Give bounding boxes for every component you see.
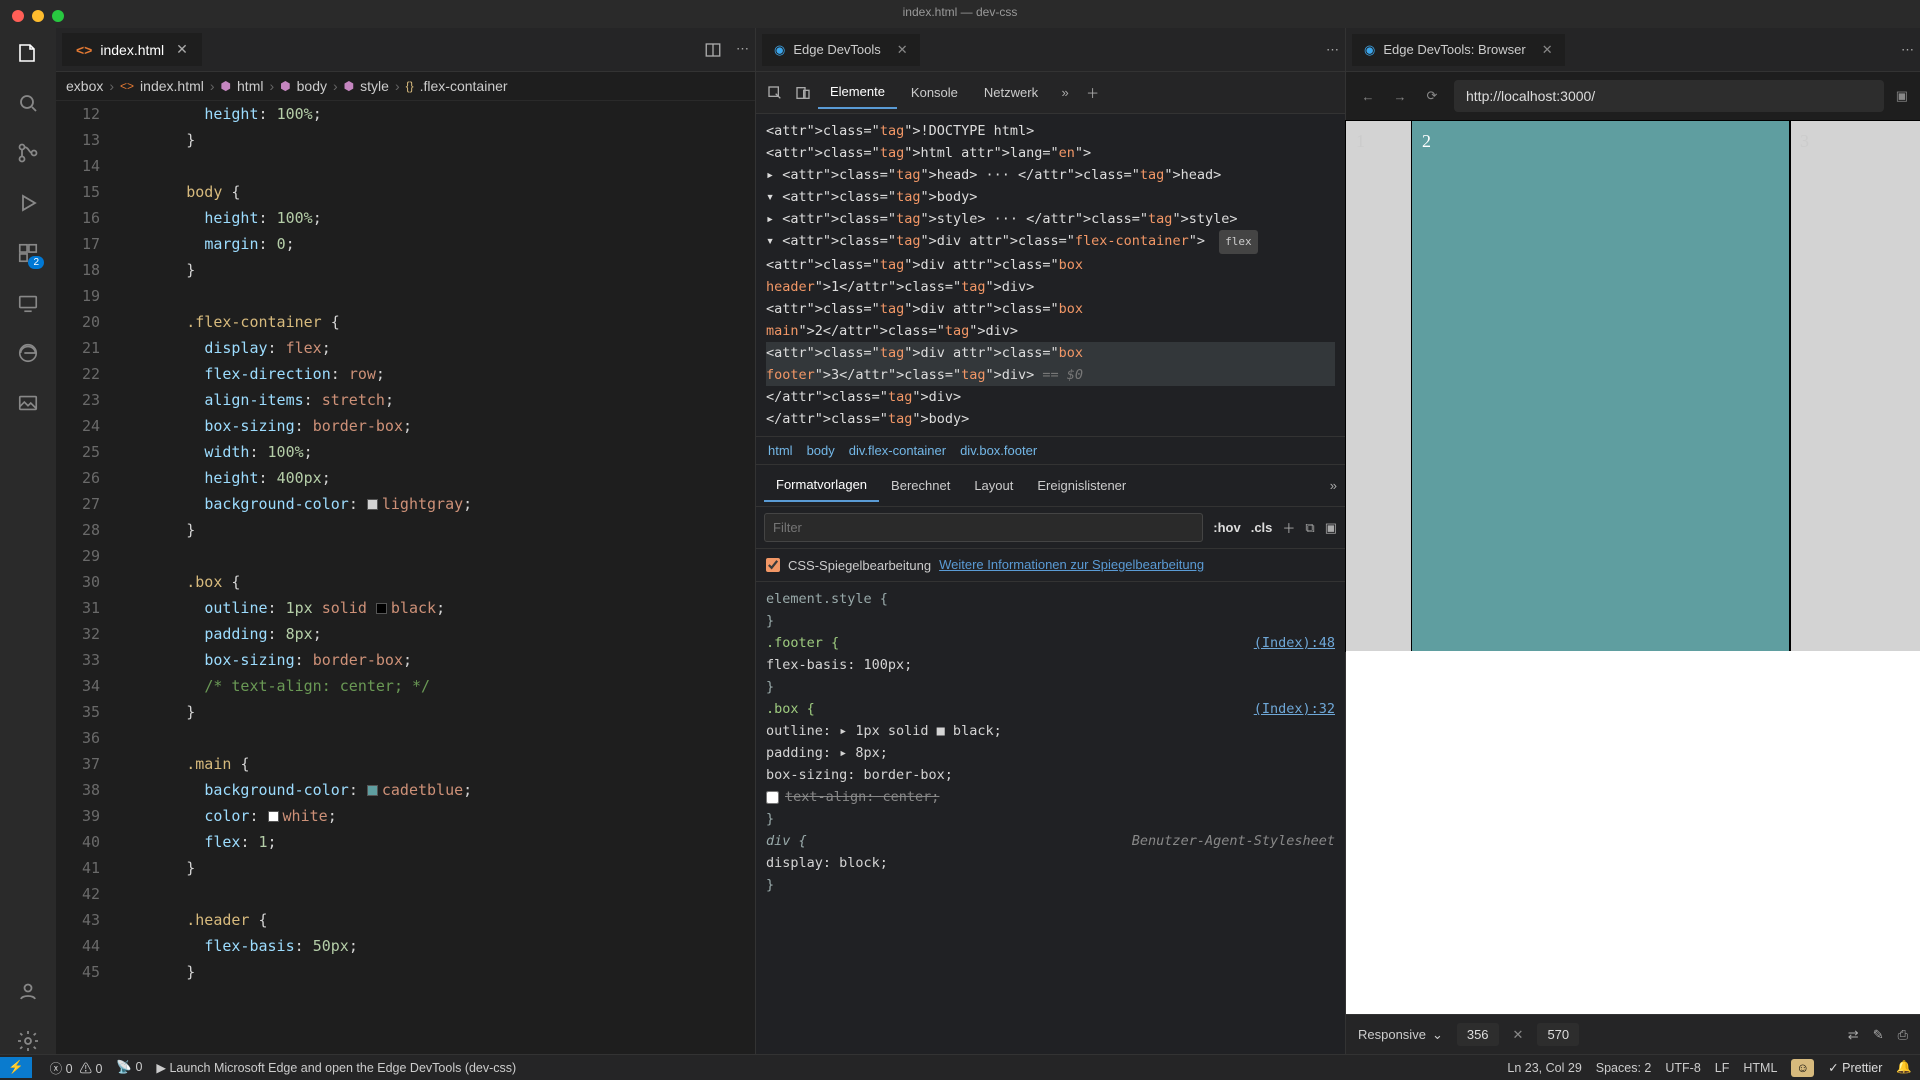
mirror-checkbox[interactable] — [766, 558, 780, 572]
source-control-icon[interactable] — [15, 140, 41, 166]
editor-tab-label: index.html — [100, 42, 164, 58]
panel-icon[interactable]: ▣ — [1325, 520, 1337, 536]
rotate-icon[interactable]: ⇄ — [1848, 1027, 1859, 1043]
tab-elements[interactable]: Elemente — [818, 76, 897, 109]
tab-listeners[interactable]: Ereignislistener — [1025, 470, 1138, 501]
close-icon[interactable]: ✕ — [1542, 42, 1553, 58]
dom-tree[interactable]: <attr">class="tag">!DOCTYPE html><attr">… — [756, 114, 1345, 436]
editor-pane: <> index.html ✕ ⋯ exbox› <>index.html› ⬢… — [56, 28, 756, 1054]
mirror-link[interactable]: Weitere Informationen zur Spiegelbearbei… — [939, 557, 1204, 573]
hov-toggle[interactable]: :hov — [1213, 520, 1240, 535]
breadcrumb[interactable]: exbox› <>index.html› ⬢html› ⬢body› ⬢styl… — [56, 72, 755, 101]
tab-network[interactable]: Netzwerk — [972, 77, 1050, 108]
reload-icon[interactable]: ⟳ — [1422, 88, 1442, 104]
preview-toolbar: ← → ⟳ http://localhost:3000/ ▣ — [1346, 72, 1920, 121]
extensions-badge: 2 — [28, 256, 44, 269]
add-rule-icon[interactable]: ＋ — [1282, 518, 1295, 537]
dom-breadcrumb[interactable]: html body div.flex-container div.box.foo… — [756, 436, 1345, 465]
more-icon[interactable]: ⋯ — [736, 41, 749, 59]
preview-box-2: 2 — [1412, 121, 1790, 651]
extensions-icon[interactable]: 2 — [15, 240, 41, 266]
more-icon[interactable]: ⋯ — [1326, 42, 1339, 58]
prettier-status[interactable]: ✓ Prettier — [1828, 1060, 1882, 1075]
eol[interactable]: LF — [1715, 1061, 1730, 1075]
chevron-right-icon[interactable]: » — [1052, 80, 1078, 106]
chevron-down-icon: ⌄ — [1432, 1027, 1443, 1043]
explorer-icon[interactable] — [15, 40, 41, 66]
more-icon[interactable]: ⋯ — [1901, 42, 1914, 58]
tab-styles[interactable]: Formatvorlagen — [764, 469, 879, 502]
remote-indicator[interactable]: ⚡ — [0, 1057, 32, 1078]
edge-icon: ◉ — [1364, 42, 1375, 58]
responsive-bar: Responsive ⌄ 356 ✕ 570 ⇄ ✎ ⎙ — [1346, 1014, 1920, 1054]
chevron-right-icon[interactable]: » — [1330, 478, 1337, 493]
window-traffic-lights[interactable] — [12, 10, 64, 22]
screenshot-icon[interactable]: ⎙ — [1898, 1027, 1908, 1043]
tab-computed[interactable]: Berechnet — [879, 470, 962, 501]
notifications-icon[interactable]: 🔔 — [1896, 1060, 1912, 1075]
status-bar: ⚡ ⓧ 0 ⚠ 0 📡 0 ▶ Launch Microsoft Edge an… — [0, 1054, 1920, 1080]
account-icon[interactable] — [15, 978, 41, 1004]
preview-box-1: 1 — [1346, 121, 1412, 651]
forward-icon[interactable]: → — [1390, 89, 1410, 104]
picker-icon[interactable]: ✎ — [1873, 1027, 1884, 1043]
devtools-tabs: Elemente Konsole Netzwerk » ＋ — [756, 72, 1345, 114]
run-debug-icon[interactable] — [15, 190, 41, 216]
cursor-position[interactable]: Ln 23, Col 29 — [1507, 1061, 1581, 1075]
encoding[interactable]: UTF-8 — [1665, 1061, 1700, 1075]
add-tab-icon[interactable]: ＋ — [1086, 83, 1099, 102]
ports-count[interactable]: 📡 0 — [116, 1060, 142, 1075]
search-icon[interactable] — [15, 90, 41, 116]
responsive-select[interactable]: Responsive ⌄ — [1358, 1027, 1443, 1043]
errors-count[interactable]: ⓧ 0 ⚠ 0 — [50, 1058, 103, 1077]
tab-console[interactable]: Konsole — [899, 77, 970, 108]
indent-setting[interactable]: Spaces: 2 — [1596, 1061, 1652, 1075]
close-icon[interactable]: ✕ — [897, 42, 908, 58]
preview-box-3: 3 — [1790, 121, 1920, 651]
copy-icon[interactable]: ⧉ — [1305, 520, 1314, 536]
css-mirror-row: CSS-Spiegelbearbeitung Weitere Informati… — [756, 549, 1345, 582]
html-file-icon: <> — [76, 42, 92, 58]
gallery-icon[interactable] — [15, 390, 41, 416]
url-bar[interactable]: http://localhost:3000/ — [1454, 80, 1884, 112]
devtools-tab[interactable]: ◉ Edge DevTools ✕ — [762, 34, 920, 66]
split-editor-icon[interactable] — [704, 41, 722, 59]
css-rules[interactable]: element.style { } .footer {(Index):48 fl… — [756, 582, 1345, 902]
edge-tools-icon[interactable] — [15, 340, 41, 366]
inspect-icon[interactable] — [762, 80, 788, 106]
cls-toggle[interactable]: .cls — [1251, 520, 1273, 535]
mirror-label: CSS-Spiegelbearbeitung — [788, 558, 931, 573]
preview-pane: ◉ Edge DevTools: Browser ✕ ⋯ ← → ⟳ http:… — [1346, 28, 1920, 1054]
activity-bar: 2 — [0, 28, 56, 1054]
preview-tab[interactable]: ◉ Edge DevTools: Browser ✕ — [1352, 34, 1565, 66]
rule-checkbox[interactable] — [766, 791, 779, 804]
editor-tab-index[interactable]: <> index.html ✕ — [62, 33, 202, 66]
viewport-icon[interactable]: ▣ — [1896, 88, 1908, 104]
styles-tabs: Formatvorlagen Berechnet Layout Ereignis… — [756, 465, 1345, 507]
width-input[interactable]: 356 — [1457, 1023, 1499, 1046]
close-icon[interactable]: ✕ — [176, 41, 188, 58]
filter-input[interactable] — [764, 513, 1203, 542]
language-mode[interactable]: HTML — [1743, 1061, 1777, 1075]
device-toggle-icon[interactable] — [790, 80, 816, 106]
render-view: 1 2 3 — [1346, 121, 1920, 651]
code-editor[interactable]: 1213141516171819202122232425262728293031… — [56, 101, 755, 1054]
feedback-icon[interactable]: ☺ — [1791, 1059, 1814, 1077]
settings-gear-icon[interactable] — [15, 1028, 41, 1054]
tab-layout[interactable]: Layout — [962, 470, 1025, 501]
launch-hint[interactable]: ▶ Launch Microsoft Edge and open the Edg… — [156, 1060, 516, 1075]
remote-explorer-icon[interactable] — [15, 290, 41, 316]
edge-icon: ◉ — [774, 42, 785, 58]
window-title: index.html — dev-css — [0, 0, 1920, 28]
devtools-pane: ◉ Edge DevTools ✕ ⋯ Elemente Konsole Net… — [756, 28, 1346, 1054]
back-icon[interactable]: ← — [1358, 89, 1378, 104]
styles-toolbar: :hov .cls ＋ ⧉ ▣ — [756, 507, 1345, 549]
height-input[interactable]: 570 — [1537, 1023, 1579, 1046]
